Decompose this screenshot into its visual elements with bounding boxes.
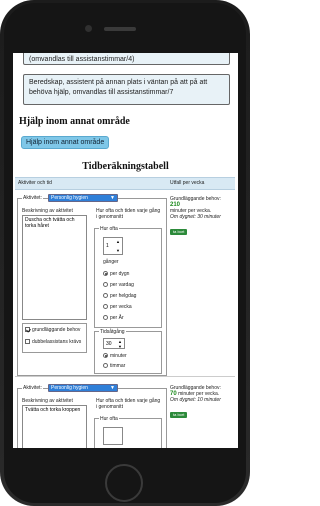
frequency-label: Hur ofta och tiden varje gång i genomsni… [96, 208, 161, 220]
count-unit: gånger [103, 259, 119, 265]
remove-button[interactable]: ta bort [170, 229, 188, 235]
time-input[interactable]: 30 ▲ ▼ [103, 338, 125, 349]
how-often-label: Hur ofta [99, 226, 119, 232]
radio-per-vecka[interactable]: per vecka [103, 304, 132, 310]
radio-per-ar[interactable]: per År [103, 315, 124, 321]
radio-button[interactable] [103, 293, 108, 299]
spinner-down-icon[interactable]: ▼ [118, 344, 122, 350]
how-often-fieldset: Hur ofta [94, 416, 162, 448]
time-fieldset: Tidsåtgång 30 ▲ ▼ minuter timmar [94, 329, 162, 374]
double-assist-option[interactable]: dubbelassistans krävs [25, 339, 85, 345]
radio-label: per vecka [110, 304, 132, 310]
description-text: Duscha och tvätta och torka håret [25, 217, 75, 229]
activity-label: Aktivitet: [22, 195, 43, 201]
activity-select-value: Personlig hygien [51, 195, 88, 201]
activity-select[interactable]: Personlig hygien ▼ [48, 194, 118, 202]
other-area-button[interactable]: Hjälp inom annat område [21, 136, 110, 149]
double-assist-label: dubbelassistans krävs [32, 339, 82, 345]
radio-hours[interactable]: timmar [103, 363, 125, 369]
section-title: Hjälp inom annat område [19, 116, 130, 127]
radio-button[interactable] [103, 353, 108, 359]
chevron-down-icon: ▼ [110, 195, 115, 201]
summary-note: Om dygnet: 10 minuter [170, 397, 221, 403]
activity-fieldset: Aktivitet: Personlig hygien ▼ Beskrivnin… [17, 194, 167, 376]
basic-need-fieldset: grundläggande behov dubbelassistans kräv… [22, 323, 87, 353]
info-box-top: (omvandlas till assistanstimmar/4) [23, 53, 230, 65]
row-summary: Grundläggande behov: 210 minuter per vec… [170, 196, 232, 238]
radio-label: per dygn [110, 271, 130, 277]
info-box-top-text: (omvandlas till assistanstimmar/4) [29, 56, 135, 63]
radio-label: per År [110, 315, 124, 321]
activity-label: Aktivitet: [22, 385, 43, 391]
how-often-fieldset: Hur ofta 1 ▲ ▼ gånger per dygn per varda… [94, 226, 162, 328]
radio-label: timmar [110, 363, 126, 369]
table-row: Aktivitet: Personlig hygien ▼ Beskrivnin… [15, 190, 235, 377]
frequency-label: Hur ofta och tiden varje gång i genomsni… [96, 398, 161, 410]
radio-button[interactable] [103, 271, 108, 277]
screen: (omvandlas till assistanstimmar/4) Bered… [13, 53, 238, 448]
table-title: Tidberäkningstabell [82, 161, 169, 172]
home-button[interactable] [105, 464, 143, 502]
table-row: Aktivitet: Personlig hygien ▼ Beskrivnin… [15, 383, 235, 448]
radio-label: per vardag [110, 282, 134, 288]
radio-per-dygn[interactable]: per dygn [103, 271, 129, 277]
radio-button[interactable] [103, 282, 108, 288]
info-box-beredskap-text: Beredskap, assistent på annan plats i vä… [29, 79, 208, 96]
basic-need-option[interactable]: grundläggande behov [25, 327, 85, 333]
remove-button[interactable]: ta bort [170, 412, 188, 418]
activity-select[interactable]: Personlig hygien ▼ [48, 384, 118, 392]
double-assist-checkbox[interactable] [25, 339, 30, 345]
description-textarea[interactable]: Duscha och tvätta och torka håret [22, 215, 87, 320]
description-label: Beskrivning av aktivitet [22, 398, 73, 404]
how-often-label: Hur ofta [99, 416, 119, 422]
basic-need-label: grundläggande behov [32, 327, 81, 333]
activity-select-value: Personlig hygien [51, 385, 88, 391]
summary-note: Om dygnet: 30 minuter [170, 214, 221, 220]
table-header: Aktiviter och tid Utfall per vecka [15, 177, 235, 190]
count-input[interactable]: 1 ▲ ▼ [103, 237, 123, 255]
col-activity-header: Aktiviter och tid [18, 180, 52, 186]
chevron-down-icon: ▼ [110, 385, 115, 391]
description-text: Tvätta och torka kroppen [25, 407, 81, 413]
spinner-up-icon[interactable]: ▲ [116, 239, 120, 245]
camera-icon [85, 25, 92, 32]
spinner-down-icon[interactable]: ▼ [116, 248, 120, 254]
radio-button[interactable] [103, 363, 108, 369]
description-label: Beskrivning av aktivitet [22, 208, 73, 214]
info-box-beredskap: Beredskap, assistent på annan plats i vä… [23, 74, 230, 105]
description-textarea[interactable]: Tvätta och torka kroppen [22, 405, 87, 448]
count-input[interactable] [103, 427, 123, 445]
radio-label: minuter [110, 353, 127, 359]
row-summary: Grundläggande behov: 70 minuter per veck… [170, 385, 232, 421]
radio-minutes[interactable]: minuter [103, 353, 127, 359]
radio-button[interactable] [103, 315, 108, 321]
count-value: 1 [106, 243, 109, 249]
radio-label: per helgdag [110, 293, 137, 299]
radio-per-helgdag[interactable]: per helgdag [103, 293, 136, 299]
activity-fieldset: Aktivitet: Personlig hygien ▼ Beskrivnin… [17, 384, 167, 448]
time-label: Tidsåtgång [99, 329, 126, 335]
time-value: 30 [106, 341, 112, 347]
speaker-grille [104, 27, 136, 31]
basic-need-checkbox[interactable] [25, 327, 30, 333]
phone-frame: (omvandlas till assistanstimmar/4) Bered… [0, 0, 250, 506]
col-per-week-header: Utfall per vecka [170, 180, 205, 186]
radio-button[interactable] [103, 304, 108, 310]
radio-per-vardag[interactable]: per vardag [103, 282, 134, 288]
